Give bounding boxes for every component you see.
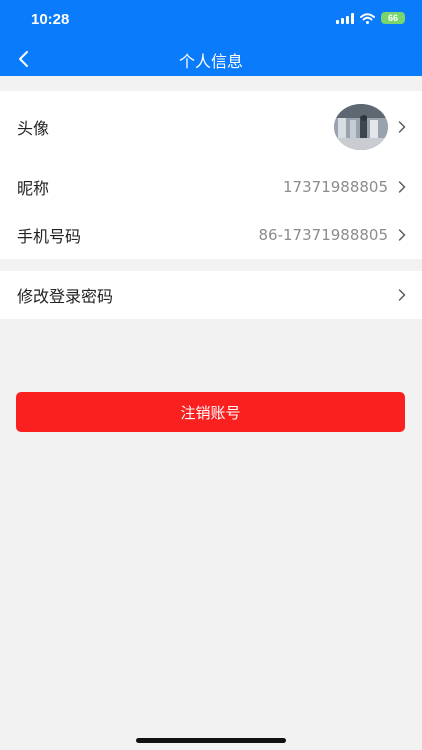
phone-label: 手机号码: [17, 227, 82, 246]
avatar-label: 头像: [17, 119, 50, 138]
chevron-right-icon: [398, 289, 406, 301]
nickname-value: 17371988805: [283, 178, 388, 196]
profile-card: 头像 昵称 17371988805 手机号码 86-17371988805: [0, 91, 422, 259]
home-indicator: [136, 738, 286, 743]
phone-value: 86-17371988805: [258, 226, 388, 244]
status-icons: 66: [336, 12, 405, 24]
page-title: 个人信息: [178, 52, 243, 71]
delete-account-button[interactable]: 注销账号: [16, 392, 405, 432]
chevron-right-icon: [398, 121, 406, 133]
nickname-row[interactable]: 昵称 17371988805: [0, 163, 422, 211]
change-password-label: 修改登录密码: [17, 287, 114, 306]
top-bar: 10:28 66 个人信息: [0, 0, 422, 76]
nickname-label: 昵称: [17, 179, 50, 198]
chevron-right-icon: [398, 181, 406, 193]
chevron-right-icon: [398, 229, 406, 241]
status-time: 10:28: [31, 11, 70, 28]
wifi-icon: [360, 12, 375, 24]
change-password-row[interactable]: 修改登录密码: [0, 271, 422, 319]
avatar-row[interactable]: 头像: [0, 91, 422, 163]
phone-row[interactable]: 手机号码 86-17371988805: [0, 211, 422, 259]
signal-icon: [336, 12, 354, 24]
security-card: 修改登录密码: [0, 271, 422, 319]
avatar: [334, 104, 388, 150]
avatar-photo: [334, 104, 388, 150]
battery-icon: 66: [381, 12, 405, 24]
